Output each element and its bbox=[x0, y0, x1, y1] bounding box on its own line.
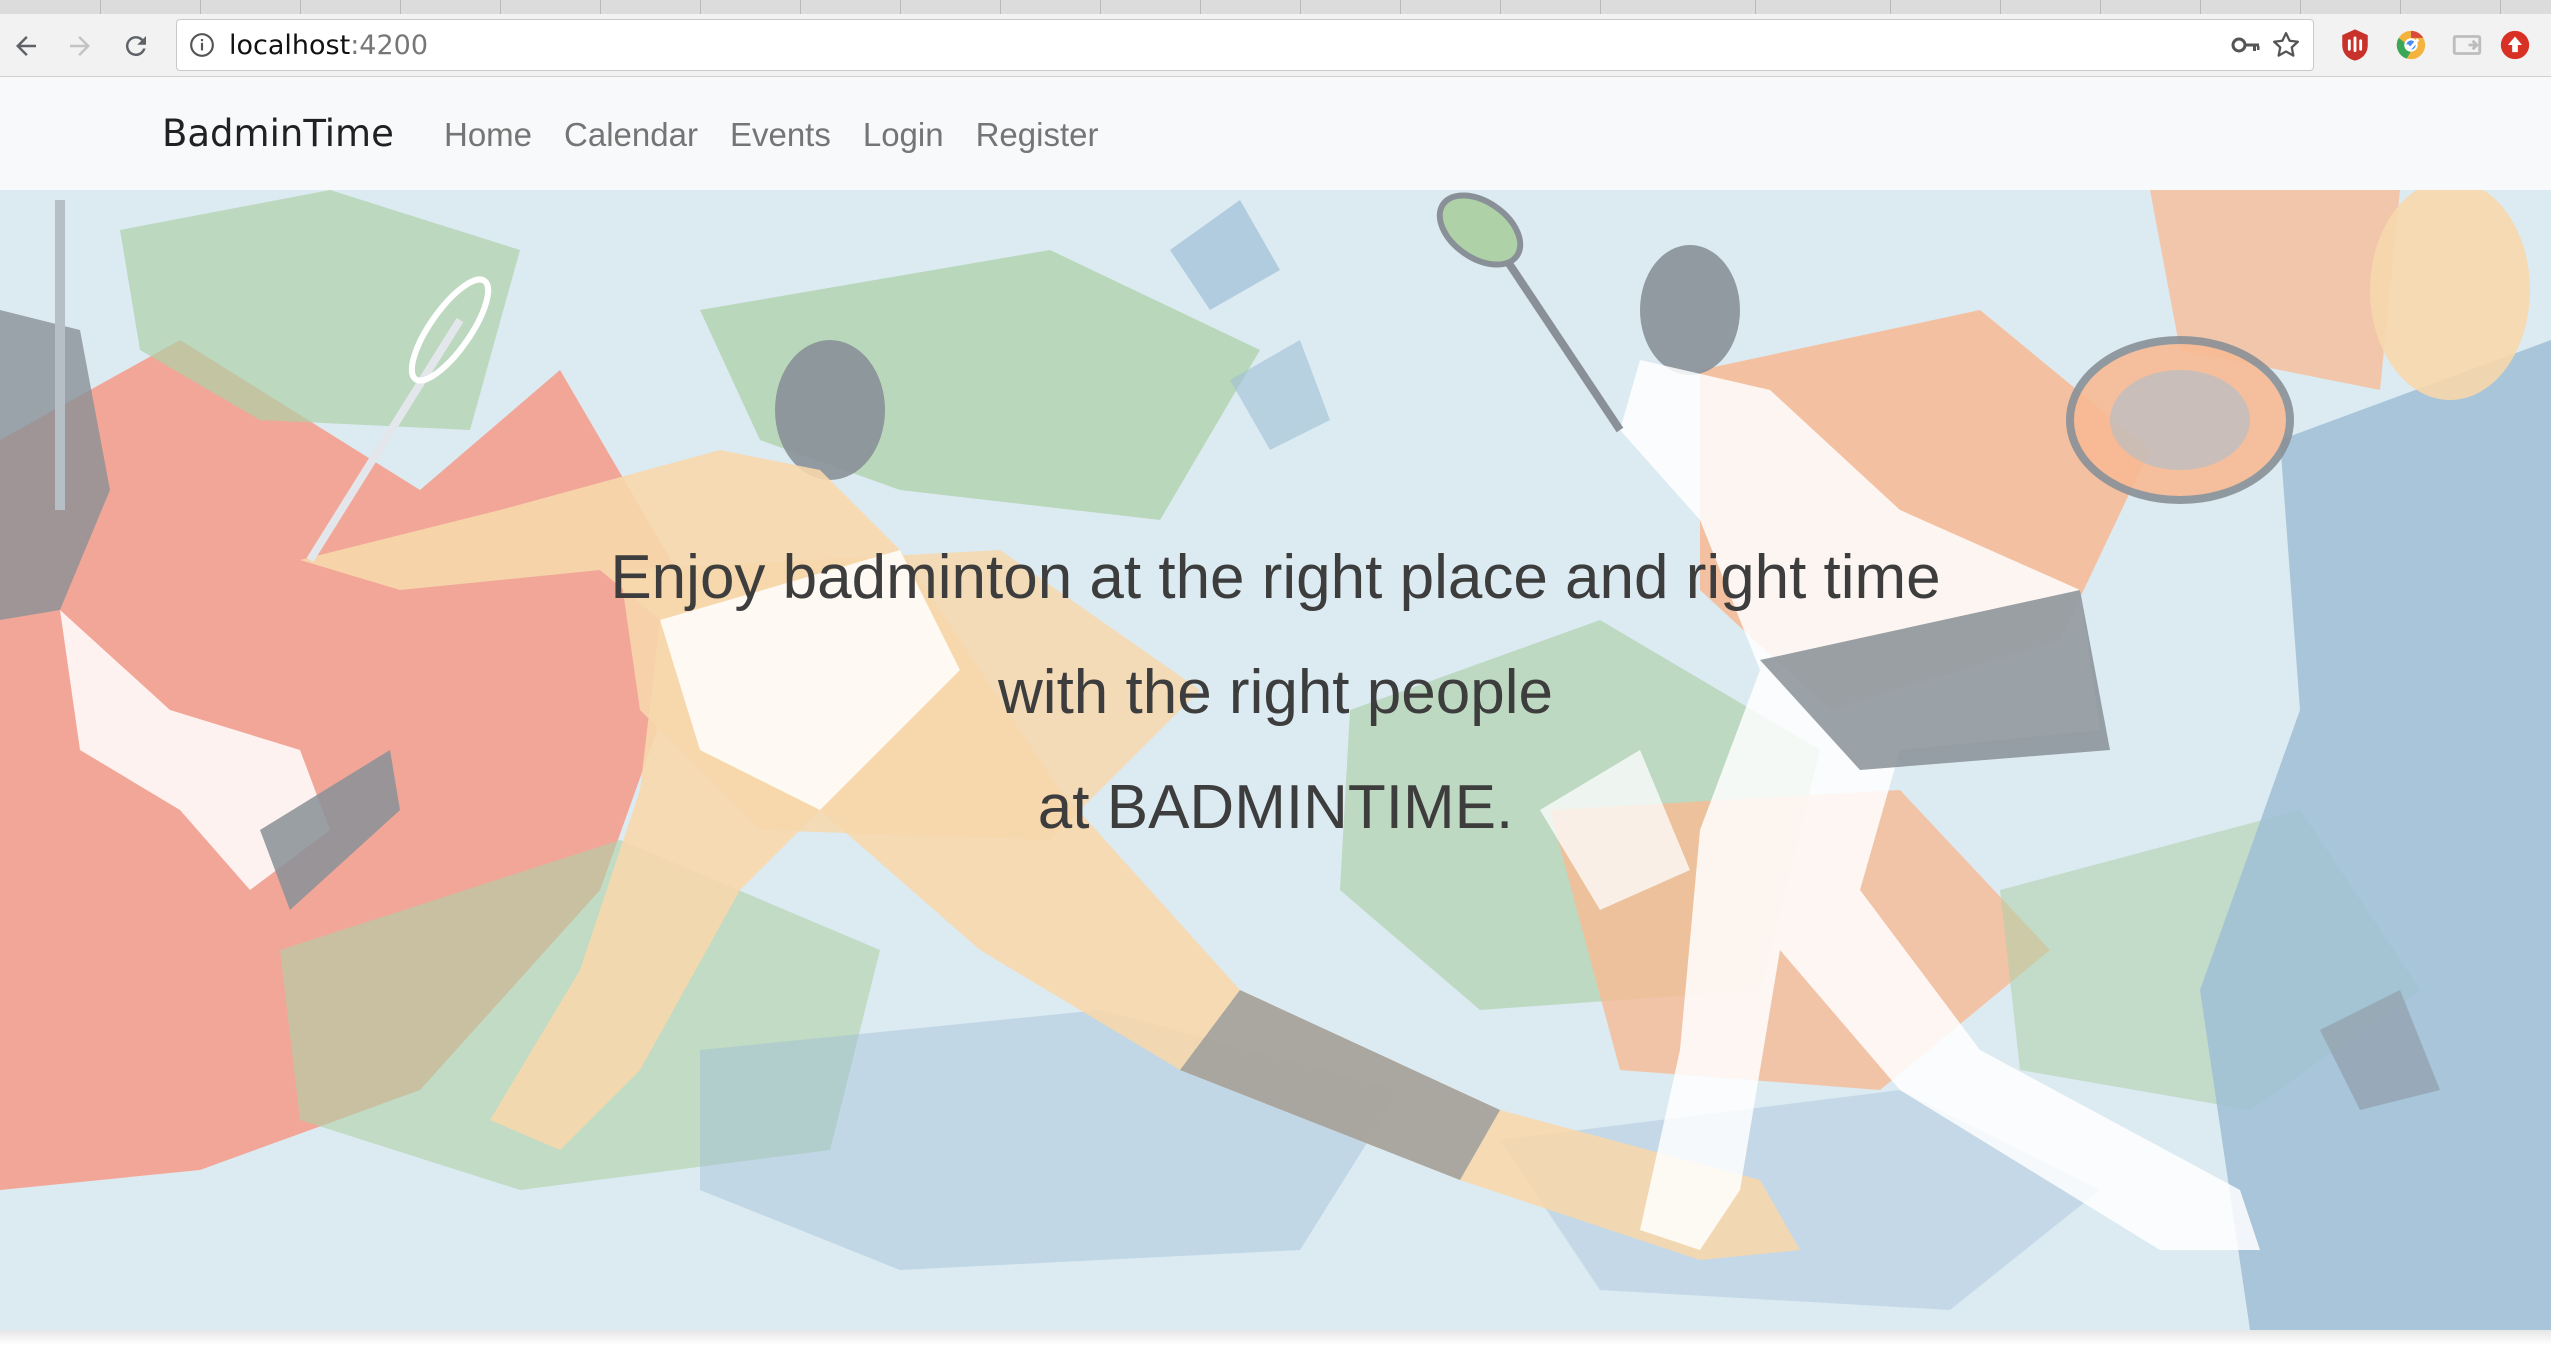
chrome-ext-icon[interactable] bbox=[2392, 26, 2430, 64]
back-icon[interactable] bbox=[4, 24, 48, 68]
nav-link-home[interactable]: Home bbox=[444, 115, 532, 155]
hero-tagline-line-2: with the right people bbox=[998, 658, 1553, 727]
nav-link-calendar[interactable]: Calendar bbox=[564, 115, 698, 155]
hero-tagline: Enjoy badminton at the right place and r… bbox=[0, 520, 2551, 865]
hero-tagline-line-3: at BADMINTIME. bbox=[1037, 773, 1514, 842]
cast-icon[interactable] bbox=[2448, 26, 2486, 64]
nav-links: Home Calendar Events Login Register bbox=[444, 115, 1130, 155]
brand-logo[interactable]: BadminTime bbox=[162, 112, 394, 156]
reload-icon[interactable] bbox=[114, 24, 158, 68]
key-icon[interactable] bbox=[2231, 32, 2261, 58]
browser-tab-strip bbox=[0, 0, 2551, 15]
browser-toolbar: localhost:4200 bbox=[0, 14, 2551, 77]
site-navbar: BadminTime Home Calendar Events Login Re… bbox=[0, 77, 2551, 190]
forward-icon[interactable] bbox=[58, 24, 102, 68]
url-text[interactable]: localhost:4200 bbox=[229, 31, 428, 61]
hero-tagline-line-1: Enjoy badminton at the right place and r… bbox=[610, 543, 1941, 612]
info-icon[interactable] bbox=[189, 32, 215, 58]
nav-link-login[interactable]: Login bbox=[863, 115, 944, 155]
nav-link-events[interactable]: Events bbox=[730, 115, 831, 155]
page-bottom-edge bbox=[0, 1330, 2551, 1345]
update-icon[interactable] bbox=[2496, 26, 2534, 64]
address-bar[interactable]: localhost:4200 bbox=[176, 19, 2314, 71]
hero-banner: Enjoy badminton at the right place and r… bbox=[0, 190, 2551, 1330]
ublock-icon[interactable] bbox=[2336, 26, 2374, 64]
bookmark-star-icon[interactable] bbox=[2271, 30, 2301, 60]
nav-link-register[interactable]: Register bbox=[976, 115, 1099, 155]
